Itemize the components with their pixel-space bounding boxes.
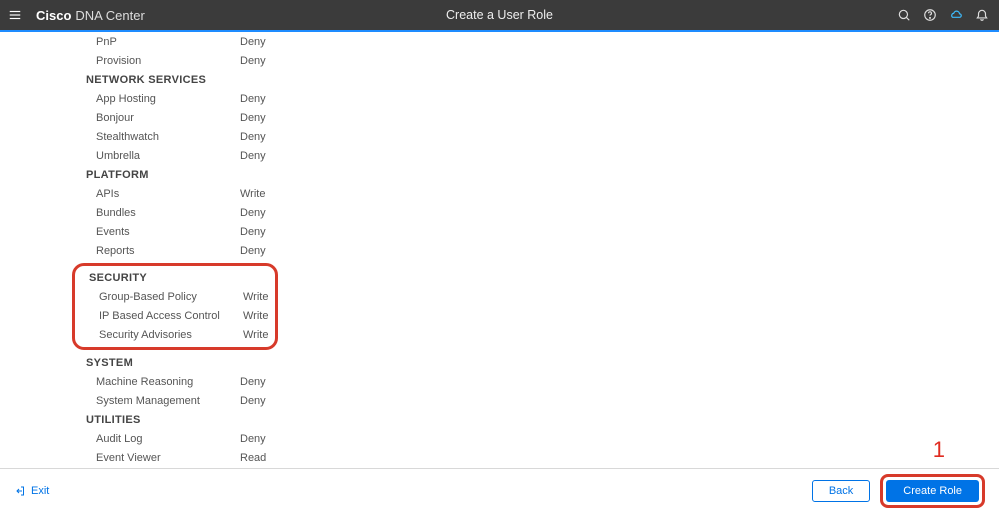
- permission-label: Machine Reasoning: [0, 376, 240, 388]
- permission-label: Audit Log: [0, 433, 240, 445]
- permission-label: PnP: [0, 36, 240, 48]
- permission-row: ProvisionDeny: [0, 51, 999, 70]
- permission-value: Deny: [240, 131, 300, 143]
- top-bar: Cisco DNA Center Create a User Role: [0, 0, 999, 30]
- create-label: Create Role: [903, 485, 962, 497]
- permission-value: Write: [243, 310, 273, 322]
- permission-label: Security Advisories: [75, 329, 243, 341]
- permission-row: App HostingDeny: [0, 89, 999, 108]
- permission-value: Deny: [240, 395, 300, 407]
- create-button-highlight: Create Role: [880, 474, 985, 508]
- permission-value: Deny: [240, 55, 300, 67]
- search-icon[interactable]: [897, 8, 911, 22]
- exit-label: Exit: [31, 485, 49, 497]
- permission-label: Provision: [0, 55, 240, 67]
- permission-label: Events: [0, 226, 240, 238]
- permission-row: PnPDeny: [0, 32, 999, 51]
- permission-row: Group-Based PolicyWrite: [75, 287, 275, 306]
- permission-value: Deny: [240, 226, 300, 238]
- permission-label: Group-Based Policy: [75, 291, 243, 303]
- section-header: UTILITIES: [0, 410, 999, 429]
- permission-value: Write: [243, 291, 273, 303]
- hamburger-menu-icon[interactable]: [0, 8, 30, 22]
- permission-label: Event Viewer: [0, 452, 240, 464]
- permission-row: BonjourDeny: [0, 108, 999, 127]
- exit-link[interactable]: Exit: [14, 485, 49, 497]
- permission-row: StealthwatchDeny: [0, 127, 999, 146]
- permission-row: UmbrellaDeny: [0, 146, 999, 165]
- permission-row: Machine ReasoningDeny: [0, 372, 999, 391]
- permission-value: Deny: [240, 150, 300, 162]
- permission-row: Event ViewerRead: [0, 448, 999, 467]
- page-title: Create a User Role: [446, 8, 553, 22]
- permissions-list: PnPDenyProvisionDenyNETWORK SERVICESApp …: [0, 32, 999, 468]
- brand: Cisco DNA Center: [36, 8, 145, 23]
- permission-row: BundlesDeny: [0, 203, 999, 222]
- permission-value: Read: [240, 452, 300, 464]
- permission-label: Bundles: [0, 207, 240, 219]
- brand-strong: Cisco: [36, 8, 71, 23]
- cloud-icon[interactable]: [949, 8, 963, 22]
- permission-row: Audit LogDeny: [0, 429, 999, 448]
- section-header: SECURITY: [75, 268, 275, 287]
- security-highlight-box: SECURITYGroup-Based PolicyWriteIP Based …: [72, 263, 278, 350]
- back-label: Back: [829, 485, 853, 497]
- permission-row: System ManagementDeny: [0, 391, 999, 410]
- permission-label: Bonjour: [0, 112, 240, 124]
- permission-value: Deny: [240, 112, 300, 124]
- annotation-number: 1: [933, 437, 945, 463]
- section-header: PLATFORM: [0, 165, 999, 184]
- permission-label: System Management: [0, 395, 240, 407]
- permission-value: Write: [243, 329, 273, 341]
- topbar-icons: [897, 8, 989, 22]
- section-header: SYSTEM: [0, 353, 999, 372]
- permission-row: ReportsDeny: [0, 241, 999, 260]
- permission-row: APIsWrite: [0, 184, 999, 203]
- permission-value: Deny: [240, 376, 300, 388]
- brand-light: DNA Center: [75, 8, 144, 23]
- permission-value: Deny: [240, 245, 300, 257]
- permission-row: Security AdvisoriesWrite: [75, 325, 275, 344]
- permission-value: Write: [240, 188, 300, 200]
- permission-label: Stealthwatch: [0, 131, 240, 143]
- create-role-button[interactable]: Create Role: [886, 480, 979, 502]
- permission-value: Deny: [240, 433, 300, 445]
- footer-bar: Exit Back Create Role: [0, 468, 999, 513]
- permission-value: Deny: [240, 207, 300, 219]
- permission-label: IP Based Access Control: [75, 310, 243, 322]
- section-header: NETWORK SERVICES: [0, 70, 999, 89]
- back-button[interactable]: Back: [812, 480, 870, 502]
- permission-label: APIs: [0, 188, 240, 200]
- permission-row: IP Based Access ControlWrite: [75, 306, 275, 325]
- permission-value: Deny: [240, 36, 300, 48]
- help-icon[interactable]: [923, 8, 937, 22]
- bell-icon[interactable]: [975, 8, 989, 22]
- permission-value: Deny: [240, 93, 300, 105]
- content-area: PnPDenyProvisionDenyNETWORK SERVICESApp …: [0, 32, 999, 468]
- permission-row: EventsDeny: [0, 222, 999, 241]
- permission-label: Umbrella: [0, 150, 240, 162]
- permission-label: Reports: [0, 245, 240, 257]
- permission-label: App Hosting: [0, 93, 240, 105]
